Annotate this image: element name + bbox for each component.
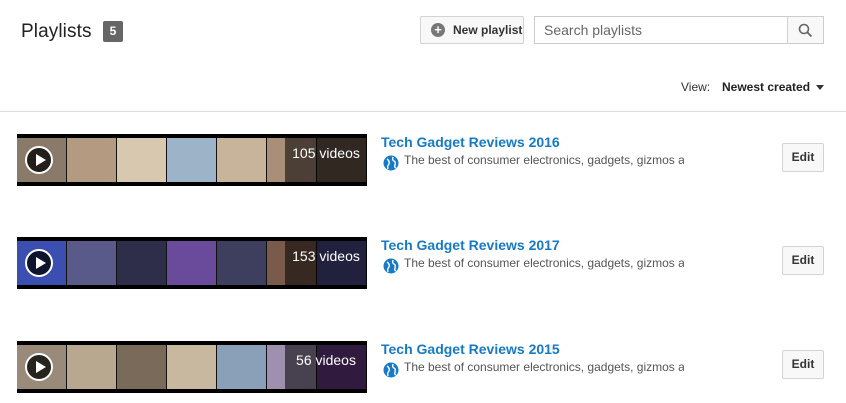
video-count: 105 videos — [292, 145, 360, 161]
search-box — [534, 16, 824, 44]
thumbnail-frame — [117, 138, 167, 182]
new-playlist-label: New playlist — [453, 23, 523, 37]
edit-button[interactable]: Edit — [782, 350, 824, 379]
play-icon — [25, 146, 53, 174]
edit-button[interactable]: Edit — [782, 143, 824, 172]
thumbnail-frame — [167, 241, 217, 285]
thumbnail-frame — [167, 345, 217, 389]
thumbnail-frame — [117, 345, 167, 389]
playlist-title-link[interactable]: Tech Gadget Reviews 2016 — [381, 134, 560, 150]
playlist-description: The best of consumer electronics, gadget… — [404, 256, 684, 270]
playlist-count-badge: 5 — [103, 21, 123, 42]
video-count-overlay: 105 videos — [285, 134, 367, 186]
thumbnail-frame — [67, 345, 117, 389]
video-count: 56 videos — [296, 352, 356, 368]
page-title: Playlists — [21, 21, 92, 42]
playlist-description: The best of consumer electronics, gadget… — [404, 360, 684, 374]
globe-icon — [383, 258, 399, 274]
view-sort-dropdown[interactable]: Newest created — [722, 80, 825, 94]
playlist-thumbnail[interactable]: 56 videos — [17, 341, 367, 393]
play-icon — [25, 353, 53, 381]
playlist-title-link[interactable]: Tech Gadget Reviews 2015 — [381, 341, 560, 357]
video-count: 153 videos — [292, 248, 360, 264]
thumbnail-frame — [217, 138, 267, 182]
video-count-overlay: 56 videos — [285, 341, 367, 393]
playlist-row: 56 videos Tech Gadget Reviews 2015 The b… — [0, 341, 846, 393]
search-button[interactable] — [787, 17, 823, 43]
playlist-thumbnail[interactable]: 105 videos — [17, 134, 367, 186]
playlist-description: The best of consumer electronics, gadget… — [404, 153, 684, 167]
thumbnail-frame — [217, 345, 267, 389]
play-icon — [25, 249, 53, 277]
playlist-thumbnail[interactable]: 153 videos — [17, 237, 367, 289]
playlist-title-link[interactable]: Tech Gadget Reviews 2017 — [381, 237, 560, 253]
new-playlist-button[interactable]: + New playlist — [420, 16, 524, 44]
caret-down-icon — [816, 84, 825, 90]
video-count-overlay: 153 videos — [285, 237, 367, 289]
globe-icon — [383, 362, 399, 378]
page-header: Playlists 5 + New playlist View: Newest … — [0, 0, 846, 112]
view-label: View: — [681, 80, 711, 94]
edit-button[interactable]: Edit — [782, 246, 824, 275]
view-selected-label: Newest created — [722, 80, 811, 94]
globe-icon — [383, 155, 399, 171]
plus-circle-icon: + — [431, 23, 445, 37]
playlist-row: 153 videos Tech Gadget Reviews 2017 The … — [0, 237, 846, 289]
thumbnail-frame — [117, 241, 167, 285]
thumbnail-frame — [217, 241, 267, 285]
thumbnail-frame — [67, 241, 117, 285]
search-icon — [798, 23, 813, 37]
thumbnail-frame — [167, 138, 217, 182]
thumbnail-frame — [67, 138, 117, 182]
search-input[interactable] — [535, 17, 787, 43]
playlist-row: 105 videos Tech Gadget Reviews 2016 The … — [0, 134, 846, 186]
